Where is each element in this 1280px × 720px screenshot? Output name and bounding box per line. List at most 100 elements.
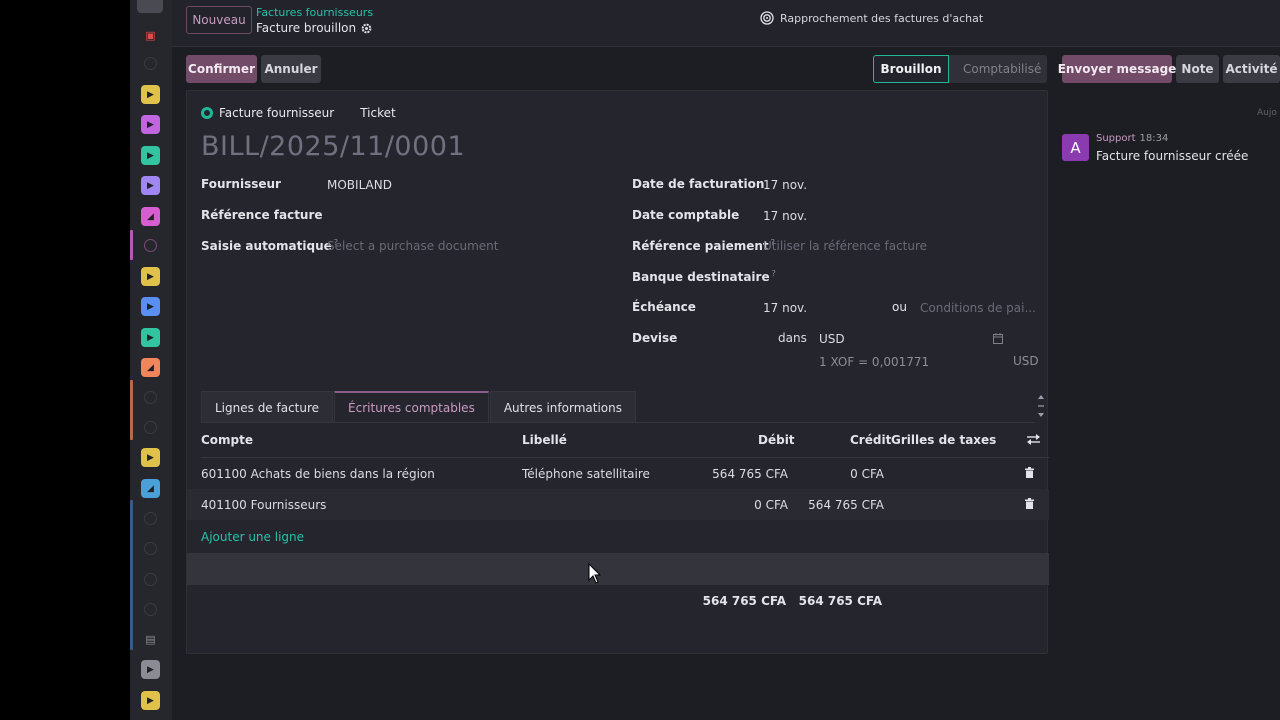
payment-ref-label-text: Référence paiement	[632, 239, 769, 253]
help-icon[interactable]: ?	[772, 269, 776, 278]
play-icon[interactable]: ◢	[141, 479, 160, 498]
taskbar-empty-icon	[144, 391, 157, 404]
play-icon[interactable]: ▶	[141, 146, 160, 165]
form-sheet: Facture fournisseur Ticket BILL/2025/11/…	[186, 90, 1049, 654]
play-icon[interactable]: ▶	[141, 328, 160, 347]
bill-number: BILL/2025/11/0001	[201, 131, 466, 162]
breadcrumb-parent[interactable]: Factures fournisseurs	[256, 6, 373, 19]
vendor-field[interactable]: MOBILAND	[327, 178, 392, 192]
total-credit: 564 765 CFA	[798, 594, 882, 608]
recipient-bank-label-text: Banque destinataire	[632, 270, 770, 284]
play-icon[interactable]: ◢	[141, 358, 160, 377]
empty-row	[187, 553, 1049, 585]
notebook-tabs: Lignes de facture Écritures comptables A…	[201, 391, 637, 423]
trash-icon[interactable]	[1025, 498, 1034, 509]
radio-vendor-bill[interactable]: Facture fournisseur	[201, 106, 334, 120]
pdf-icon[interactable]: ▣	[141, 26, 160, 45]
column-settings-icon[interactable]	[1027, 434, 1040, 445]
row-credit[interactable]: 0 CFA	[850, 467, 884, 481]
status-bar: Brouillon Comptabilisé	[873, 55, 1047, 83]
cancel-button[interactable]: Annuler	[261, 55, 321, 83]
currency-field[interactable]: USD	[819, 332, 845, 346]
row-label[interactable]: Téléphone satellitaire	[522, 467, 650, 481]
row-debit[interactable]: 564 765 CFA	[712, 467, 788, 481]
purchase-matching-button[interactable]: Rapprochement des factures d'achat	[760, 11, 983, 25]
taskbar: ▣ ▶ ▶ ▶ ▶ ◢ ▶ ▶ ▶ ◢ ▶ ◢ ▤ ▶ ▶	[130, 0, 172, 720]
due-date-label: Échéance	[632, 300, 696, 314]
payment-terms-input[interactable]: Conditions de pai...	[920, 301, 1036, 315]
mouse-cursor-icon	[588, 563, 602, 584]
new-button[interactable]: Nouveau	[186, 6, 252, 34]
play-icon[interactable]: ▶	[141, 115, 160, 134]
calendar-icon[interactable]	[993, 333, 1003, 344]
column-account[interactable]: Compte	[201, 433, 253, 447]
auto-complete-label: Saisie automatique?	[201, 238, 338, 253]
invoice-date-field[interactable]: 17 nov.	[763, 178, 807, 192]
accounting-date-label: Date comptable	[632, 208, 740, 222]
message-body: Facture fournisseur créée	[1096, 149, 1249, 163]
play-icon[interactable]: ▶	[141, 660, 160, 679]
due-date-field[interactable]: 17 nov.	[763, 301, 807, 315]
row-account[interactable]: 601100 Achats de biens dans la région	[201, 467, 435, 481]
column-credit[interactable]: Crédit	[850, 433, 891, 447]
taskbar-empty-icon	[144, 573, 157, 586]
tab-journal-items[interactable]: Écritures comptables	[334, 391, 489, 423]
avatar[interactable]: A	[1062, 134, 1089, 161]
taskbar-empty-icon	[144, 542, 157, 555]
author-name[interactable]: Support	[1096, 133, 1136, 144]
taskbar-empty-icon	[144, 603, 157, 616]
auto-complete-input[interactable]: Select a purchase document	[327, 239, 498, 253]
radio-receipt[interactable]: Ticket	[360, 106, 396, 120]
breadcrumb-current: Facture brouillon	[256, 21, 372, 35]
taskbar-empty-icon	[144, 239, 157, 252]
add-line-link[interactable]: Ajouter une ligne	[201, 530, 304, 544]
auto-complete-label-text: Saisie automatique	[201, 239, 332, 253]
play-icon[interactable]: ▶	[141, 176, 160, 195]
message-author: Support 18:34	[1096, 133, 1168, 144]
accounting-date-field[interactable]: 17 nov.	[763, 209, 807, 223]
sort-arrows-icon[interactable]	[1037, 394, 1045, 418]
radio-vendor-bill-label: Facture fournisseur	[219, 106, 335, 120]
tab-other-info[interactable]: Autres informations	[489, 391, 636, 423]
row-debit[interactable]: 0 CFA	[754, 498, 788, 512]
status-posted[interactable]: Comptabilisé	[949, 55, 1047, 83]
breadcrumb-current-label: Facture brouillon	[256, 21, 357, 35]
chatter-panel: Aujo A Support 18:34 Facture fournisseur …	[1062, 54, 1280, 720]
message-time: 18:34	[1139, 133, 1169, 144]
payment-ref-label: Référence paiement?	[632, 238, 775, 253]
play-icon[interactable]: ◢	[141, 207, 160, 226]
currency-label: Devise	[632, 331, 678, 345]
play-icon[interactable]: ▶	[141, 297, 160, 316]
play-icon[interactable]: ▶	[141, 691, 160, 710]
column-label[interactable]: Libellé	[522, 433, 567, 447]
calendar-icon[interactable]: ▤	[141, 630, 160, 649]
taskbar-app-icon[interactable]	[137, 0, 163, 13]
date-separator: Aujo	[1257, 108, 1277, 118]
column-tax-grids[interactable]: Grilles de taxes	[891, 433, 996, 447]
tab-invoice-lines[interactable]: Lignes de facture	[201, 391, 334, 423]
row-credit[interactable]: 564 765 CFA	[808, 498, 884, 512]
trash-icon[interactable]	[1025, 467, 1034, 478]
table-row[interactable]: 401100 Fournisseurs 0 CFA 564 765 CFA	[187, 489, 1049, 520]
row-account[interactable]: 401100 Fournisseurs	[201, 498, 326, 512]
due-or-label: ou	[892, 300, 907, 314]
invoice-ref-label: Référence facture	[201, 208, 323, 222]
exchange-rate-text: 1 XOF = 0,001771	[819, 355, 930, 369]
column-debit[interactable]: Débit	[758, 433, 795, 447]
gear-icon[interactable]	[361, 23, 372, 34]
odoo-app: Nouveau Factures fournisseurs Facture br…	[172, 0, 1280, 720]
taskbar-empty-icon	[144, 57, 157, 70]
payment-ref-input[interactable]: Utiliser la référence facture	[763, 239, 927, 253]
play-icon[interactable]: ▶	[141, 85, 160, 104]
exchange-rate-currency: USD	[1013, 354, 1039, 368]
recipient-bank-label: Banque destinataire?	[632, 269, 776, 284]
control-panel: Nouveau Factures fournisseurs Facture br…	[172, 0, 1280, 47]
table-row[interactable]: 601100 Achats de biens dans la région Té…	[187, 458, 1049, 489]
status-draft[interactable]: Brouillon	[873, 55, 949, 83]
play-icon[interactable]: ▶	[141, 448, 160, 467]
taskbar-group-marker	[130, 500, 133, 650]
taskbar-group-marker	[130, 380, 133, 440]
play-icon[interactable]: ▶	[141, 267, 160, 286]
confirm-button[interactable]: Confirmer	[186, 55, 257, 83]
currency-in-label: dans	[778, 331, 807, 345]
